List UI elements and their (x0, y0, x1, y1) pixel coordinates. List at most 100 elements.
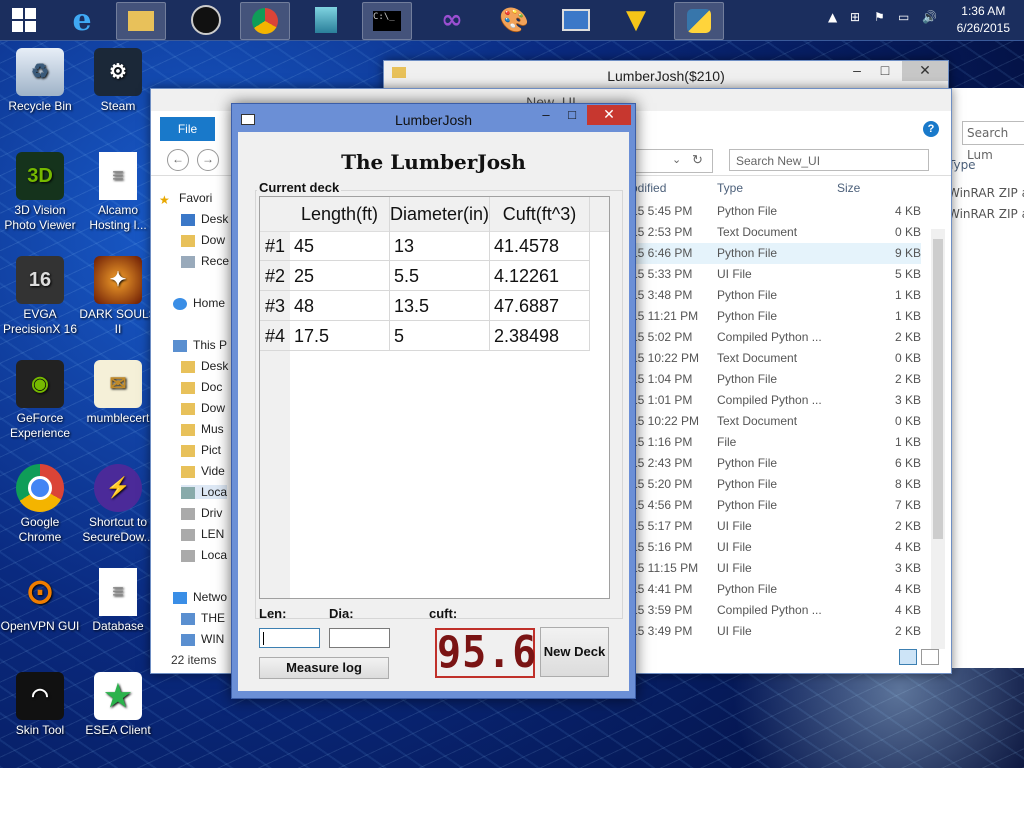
nav-item-downloads-2[interactable]: Dow (181, 401, 225, 415)
nav-item-documents[interactable]: Doc (181, 380, 222, 394)
measure-log-button[interactable]: Measure log (259, 657, 389, 679)
table-cell-length[interactable]: 45 (290, 231, 390, 261)
taskbar-internet-explorer[interactable]: e (58, 2, 106, 38)
nav-item-recent[interactable]: Rece (181, 254, 229, 268)
nav-item-win[interactable]: WIN (181, 632, 224, 646)
start-button[interactable] (0, 2, 48, 38)
column-header-type[interactable]: Type (717, 181, 743, 195)
deck-table[interactable]: Length(ft) Diameter(in) Cuft(ft^3) #1 45 13 41… (259, 196, 610, 599)
nav-item-network[interactable]: Netwo (173, 590, 227, 604)
address-bar[interactable]: ⌄ ↻ (631, 149, 713, 173)
list-item[interactable]: WinRAR ZIP ar (948, 186, 1024, 200)
taskbar-visual-studio[interactable]: ∞ (428, 2, 476, 38)
file-row[interactable]: 15 5:17 PM UI File 2 KB (631, 516, 921, 537)
maximize-button[interactable]: □ (559, 105, 585, 125)
file-row[interactable]: 15 1:16 PM File 1 KB (631, 432, 921, 453)
nav-item-local-disk[interactable]: Loca (181, 485, 228, 499)
desktop-icon-chrome[interactable]: Google Chrome (0, 464, 80, 545)
nav-item-downloads[interactable]: Dow (181, 233, 225, 247)
file-row[interactable]: 15 10:22 PM Text Document 0 KB (631, 411, 921, 432)
nav-item-desktop-2[interactable]: Desk (181, 359, 228, 373)
desktop-icon-evga[interactable]: 16 EVGA PrecisionX 16 (0, 256, 80, 337)
nav-item-the[interactable]: THE (181, 611, 225, 625)
desktop-icon-esea[interactable]: ★ ESEA Client (78, 672, 158, 738)
desktop-icon-geforce[interactable]: ◉ GeForce Experience (0, 360, 80, 441)
minimize-button[interactable]: – (533, 105, 559, 125)
nav-item-homegroup[interactable]: Home (173, 296, 225, 310)
table-cell-cuft[interactable]: 47.6887 (490, 291, 590, 321)
list-item[interactable]: WinRAR ZIP ar (948, 207, 1024, 221)
desktop-icon-securedownload[interactable]: ⚡ Shortcut to SecureDow... (78, 464, 158, 545)
file-row[interactable]: 15 5:20 PM Python File 8 KB (631, 474, 921, 495)
file-row[interactable]: 15 5:45 PM Python File 4 KB (631, 201, 921, 222)
length-input[interactable] (259, 628, 320, 648)
file-row[interactable]: 15 6:46 PM Python File 9 KB (631, 243, 921, 264)
column-header-size[interactable]: Size (837, 181, 860, 195)
nav-item-favorites[interactable]: ★ Favori (159, 191, 212, 207)
back-arrow-icon[interactable]: ← (167, 149, 189, 171)
taskbar-file-explorer[interactable] (116, 2, 166, 40)
tray-flag-icon[interactable]: ⚑ (874, 10, 885, 24)
tray-network-icon[interactable]: ▭ (898, 10, 909, 24)
taskbar-python[interactable] (674, 2, 724, 40)
taskbar-chrome[interactable] (240, 2, 290, 40)
column-header[interactable]: Length(ft) (290, 197, 390, 231)
desktop-icon-alcamo[interactable]: ≡ Alcamo Hosting I... (78, 152, 158, 233)
search-input[interactable]: Search New_UI (729, 149, 929, 171)
column-header-type[interactable]: Type (948, 158, 976, 172)
desktop-icon-mumblecert[interactable]: ✉ mumblecert (78, 360, 158, 426)
row-header[interactable]: #2 (260, 261, 290, 291)
column-header-date[interactable]: odified (631, 181, 666, 195)
desktop-icon-recycle-bin[interactable]: ♻ Recycle Bin (0, 48, 80, 114)
nav-item-this-pc[interactable]: This P (173, 338, 227, 352)
lumberjosh-titlebar[interactable]: LumberJosh – □ ✕ (232, 104, 635, 132)
close-button[interactable]: ✕ (902, 61, 948, 81)
tray-overflow-icon[interactable]: ▲ (828, 10, 837, 24)
row-header[interactable]: #3 (260, 291, 290, 321)
explorer-titlebar[interactable]: LumberJosh($210) – □ ✕ (384, 61, 948, 89)
file-row[interactable]: 15 3:49 PM UI File 2 KB (631, 621, 921, 642)
table-cell-length[interactable]: 17.5 (290, 321, 390, 351)
file-row[interactable]: 15 10:22 PM Text Document 0 KB (631, 348, 921, 369)
desktop-icon-dark-souls[interactable]: ✦ DARK SOULS II (78, 256, 158, 337)
file-row[interactable]: 15 11:15 PM UI File 3 KB (631, 558, 921, 579)
lumberjosh-window[interactable]: LumberJosh – □ ✕ The LumberJosh Current … (231, 103, 636, 699)
file-tab[interactable]: File (160, 117, 215, 141)
desktop-icon-database[interactable]: ≡ Database (78, 568, 158, 634)
file-row[interactable]: 15 11:21 PM Python File 1 KB (631, 306, 921, 327)
large-icons-view-icon[interactable] (921, 649, 939, 665)
row-header[interactable]: #1 (260, 231, 290, 261)
row-header[interactable]: #4 (260, 321, 290, 351)
tray-volume-icon[interactable]: 🔊 (922, 10, 937, 24)
taskbar-app-triangle[interactable]: ▼ (612, 2, 660, 38)
forward-arrow-icon[interactable]: → (197, 149, 219, 171)
table-cell-diameter[interactable]: 13 (390, 231, 490, 261)
scrollbar-thumb[interactable] (933, 239, 943, 539)
table-cell-length[interactable]: 25 (290, 261, 390, 291)
desktop-icon-3d-vision[interactable]: 3D 3D Vision Photo Viewer (0, 152, 80, 233)
table-cell-cuft[interactable]: 2.38498 (490, 321, 590, 351)
nav-item-pictures[interactable]: Pict (181, 443, 221, 457)
nav-item-desktop[interactable]: Desk (181, 212, 228, 226)
file-row[interactable]: 15 4:41 PM Python File 4 KB (631, 579, 921, 600)
nav-item-lenovo[interactable]: LEN (181, 527, 224, 541)
chevron-down-icon[interactable]: ⌄ (672, 153, 681, 166)
file-row[interactable]: 15 5:33 PM UI File 5 KB (631, 264, 921, 285)
nav-item-music[interactable]: Mus (181, 422, 224, 436)
details-view-icon[interactable] (899, 649, 917, 665)
help-icon[interactable]: ? (923, 121, 939, 137)
file-row[interactable]: 15 1:01 PM Compiled Python ... 3 KB (631, 390, 921, 411)
close-button[interactable]: ✕ (587, 105, 631, 125)
desktop-icon-openvpn[interactable]: ⊙ OpenVPN GUI (0, 568, 80, 634)
table-cell-length[interactable]: 48 (290, 291, 390, 321)
taskbar-remote-desktop[interactable] (552, 2, 600, 38)
file-row[interactable]: 15 1:04 PM Python File 2 KB (631, 369, 921, 390)
file-row[interactable]: 15 3:48 PM Python File 1 KB (631, 285, 921, 306)
nav-item-videos[interactable]: Vide (181, 464, 225, 478)
new-deck-button[interactable]: New Deck (540, 627, 609, 677)
table-cell-diameter[interactable]: 5.5 (390, 261, 490, 291)
taskbar-app-buildings[interactable] (302, 2, 350, 38)
file-row[interactable]: 15 2:43 PM Python File 6 KB (631, 453, 921, 474)
vertical-scrollbar[interactable] (931, 229, 945, 649)
table-cell-diameter[interactable]: 13.5 (390, 291, 490, 321)
